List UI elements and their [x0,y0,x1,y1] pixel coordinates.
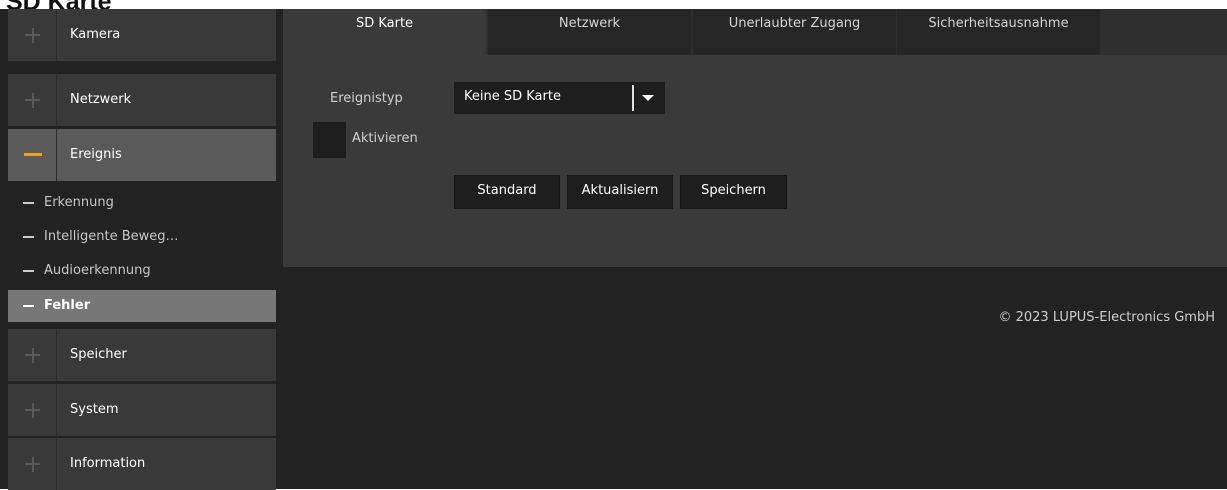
tab-sicherheitsausnahme[interactable]: Sicherheitsausnahme [897,9,1100,55]
app-window: Kamera Netzwerk Ereignis Erkennung Intel… [0,9,1227,490]
tab-netzwerk[interactable]: Netzwerk [488,9,691,55]
sidebar-item-netzwerk[interactable]: Netzwerk [8,74,276,126]
sidebar-item-label: Netzwerk [70,92,132,107]
tab-bar: SD Karte Netzwerk Unerlaubter Zugang Sic… [283,9,1227,55]
tab-unerlaubter-zugang[interactable]: Unerlaubter Zugang [693,9,896,55]
sidebar-subitem-label: Intelligente Beweg… [44,229,179,244]
event-type-label: Ereignistyp [330,91,403,106]
tab-sd-karte[interactable]: SD Karte [283,9,486,55]
dash-icon [23,270,34,272]
sidebar-item-ereignis[interactable]: Ereignis [8,129,276,181]
dash-icon [23,236,34,238]
plus-icon [8,9,57,61]
sidebar-item-kamera[interactable]: Kamera [8,9,276,61]
sidebar-item-label: Information [70,456,146,471]
sidebar-item-label: Speicher [70,347,127,362]
sidebar-item-label: Ereignis [70,147,122,162]
sidebar-subitem-audioerkennung[interactable]: Audioerkennung [8,255,276,287]
sidebar-subitem-label: Audioerkennung [44,263,151,278]
plus-icon [8,384,57,436]
activate-checkbox[interactable] [313,122,346,158]
event-type-value: Keine SD Karte [464,89,561,104]
copyright-text: © 2023 LUPUS-Electronics GmbH [998,310,1215,325]
sidebar-subitem-intelligente-bewegung[interactable]: Intelligente Beweg… [8,221,276,253]
dash-icon [23,305,34,307]
sidebar-subitem-erkennung[interactable]: Erkennung [8,187,276,219]
sidebar-item-information[interactable]: Information [8,438,276,490]
dash-icon [23,202,34,204]
sidebar-item-system[interactable]: System [8,384,276,436]
standard-button[interactable]: Standard [454,175,560,209]
sidebar-subitem-label: Erkennung [44,195,114,210]
refresh-button[interactable]: Aktualisiern [567,175,673,209]
sidebar-item-speicher[interactable]: Speicher [8,329,276,381]
plus-icon [8,438,57,490]
sidebar-item-label: Kamera [70,27,121,42]
minus-icon [8,129,57,181]
sidebar-subitem-label: Fehler [44,298,91,313]
settings-panel: SD Karte Netzwerk Unerlaubter Zugang Sic… [283,9,1227,267]
plus-icon [8,74,57,126]
sidebar-subitem-fehler[interactable]: Fehler [8,290,276,322]
select-divider [632,85,634,111]
activate-label: Aktivieren [352,131,418,146]
sidebar: Kamera Netzwerk Ereignis Erkennung Intel… [8,9,276,490]
chevron-down-icon[interactable] [642,95,654,101]
save-button[interactable]: Speichern [680,175,787,209]
plus-icon [8,329,57,381]
sidebar-item-label: System [70,402,119,417]
event-type-select[interactable]: Keine SD Karte [454,82,665,114]
